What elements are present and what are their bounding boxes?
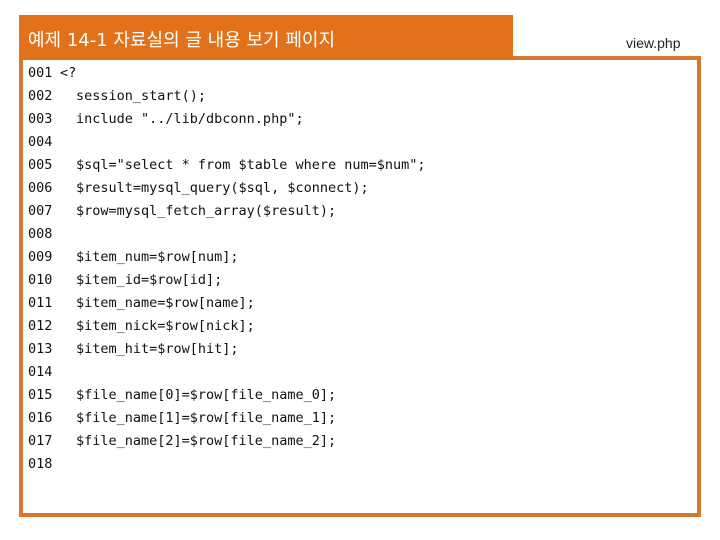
line-number: 008 xyxy=(28,226,53,242)
code-text: $row=mysql_fetch_array($result); xyxy=(76,203,337,219)
code-line: 016 $file_name[1]=$row[file_name_1]; xyxy=(28,409,426,432)
code-text: <? xyxy=(60,65,77,81)
code-line: 011 $item_name=$row[name]; xyxy=(28,294,426,317)
line-number: 007 xyxy=(28,203,53,219)
code-text: include "../lib/dbconn.php"; xyxy=(76,111,304,127)
code-text: $result=mysql_query($sql, $connect); xyxy=(76,180,369,196)
code-text: $sql="select * from $table where num=$nu… xyxy=(76,157,426,173)
line-number: 006 xyxy=(28,180,53,196)
title-banner: 예제 14-1 자료실의 글 내용 보기 페이지 xyxy=(19,15,513,60)
code-text: $file_name[1]=$row[file_name_1]; xyxy=(76,410,337,426)
code-text: $file_name[0]=$row[file_name_0]; xyxy=(76,387,337,403)
page-title: 예제 14-1 자료실의 글 내용 보기 페이지 xyxy=(28,30,336,51)
code-text: $item_id=$row[id]; xyxy=(76,272,223,288)
code-text: session_start(); xyxy=(76,88,207,104)
code-text: $item_hit=$row[hit]; xyxy=(76,341,239,357)
code-line: 007 $row=mysql_fetch_array($result); xyxy=(28,202,426,225)
code-line: 004 xyxy=(28,133,426,156)
code-line: 014 xyxy=(28,363,426,386)
line-number: 005 xyxy=(28,157,53,173)
code-listing: 001 <? 002 session_start(); 003 include "../l… xyxy=(28,64,426,478)
code-line: 013 $item_hit=$row[hit]; xyxy=(28,340,426,363)
code-line: 006 $result=mysql_query($sql, $connect); xyxy=(28,179,426,202)
line-number: 015 xyxy=(28,387,53,403)
line-number: 014 xyxy=(28,364,53,380)
line-number: 011 xyxy=(28,295,53,311)
code-line: 012 $item_nick=$row[nick]; xyxy=(28,317,426,340)
line-number: 004 xyxy=(28,134,53,150)
line-number: 002 xyxy=(28,88,53,104)
code-line: 018 xyxy=(28,455,426,478)
line-number: 016 xyxy=(28,410,53,426)
line-number: 012 xyxy=(28,318,53,334)
code-line: 010 $item_id=$row[id]; xyxy=(28,271,426,294)
code-line: 005 $sql="select * from $table where num=… xyxy=(28,156,426,179)
code-line: 003 include "../lib/dbconn.php"; xyxy=(28,110,426,133)
file-name-label: view.php xyxy=(626,35,681,51)
code-text: $item_name=$row[name]; xyxy=(76,295,255,311)
code-text: $file_name[2]=$row[file_name_2]; xyxy=(76,433,337,449)
line-number: 013 xyxy=(28,341,53,357)
code-text: $item_num=$row[num]; xyxy=(76,249,239,265)
line-number: 009 xyxy=(28,249,53,265)
code-line: 008 xyxy=(28,225,426,248)
line-number: 010 xyxy=(28,272,53,288)
line-number: 017 xyxy=(28,433,53,449)
line-number: 018 xyxy=(28,456,53,472)
code-line: 017 $file_name[2]=$row[file_name_2]; xyxy=(28,432,426,455)
code-text: $item_nick=$row[nick]; xyxy=(76,318,255,334)
code-line: 009 $item_num=$row[num]; xyxy=(28,248,426,271)
line-number: 003 xyxy=(28,111,53,127)
code-line: 001 <? xyxy=(28,64,426,87)
code-line: 015 $file_name[0]=$row[file_name_0]; xyxy=(28,386,426,409)
code-line: 002 session_start(); xyxy=(28,87,426,110)
